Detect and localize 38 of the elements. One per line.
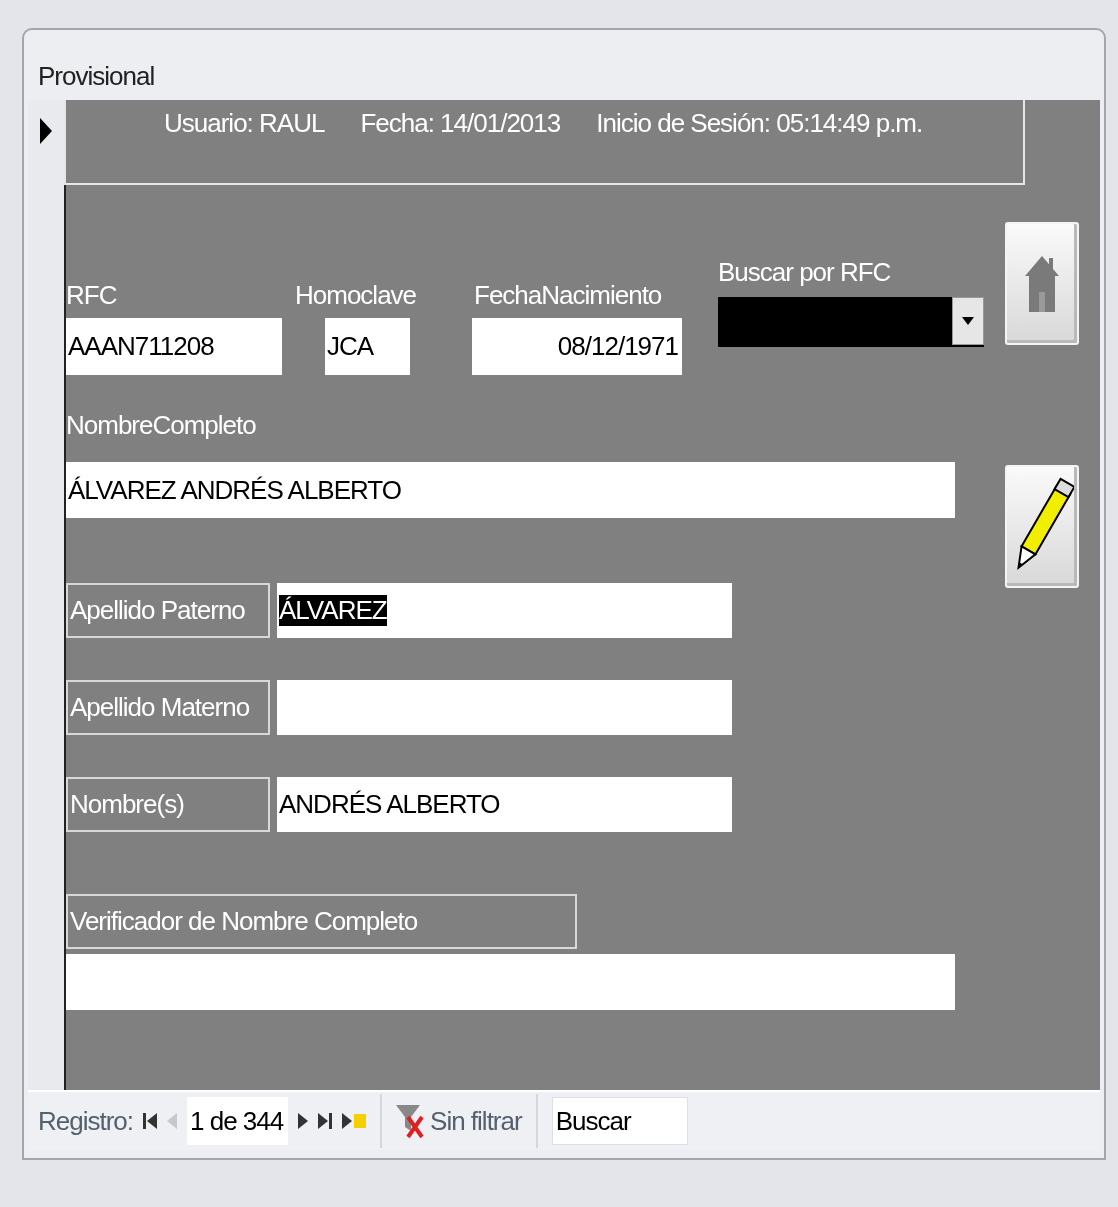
field-label: RFC (66, 279, 118, 312)
caret-icon (962, 317, 974, 325)
house-icon (1025, 255, 1059, 312)
field-label: Apellido Paterno (66, 583, 270, 638)
filter-button[interactable]: Sin filtrar (396, 1103, 522, 1139)
field-label: NombreCompleto (66, 410, 256, 440)
dropdown-button[interactable] (952, 297, 984, 345)
input-field[interactable] (277, 680, 732, 735)
record-position-field[interactable]: 1 de 344 (187, 1097, 289, 1145)
field-label: Verificador de Nombre Completo (66, 894, 577, 949)
search-field[interactable]: Buscar (551, 1097, 688, 1145)
input-field[interactable]: ANDRÉS ALBERTO (277, 777, 732, 832)
record-label: Registro: (38, 1105, 134, 1137)
record-pointer-icon (40, 118, 52, 144)
field-value: ÁLVAREZ (279, 595, 387, 626)
home-button[interactable] (1005, 222, 1079, 345)
session-text: Inicio de Sesión: 05:14:49 p.m. (596, 108, 923, 140)
last-record-button[interactable] (318, 1111, 333, 1131)
next-record-button[interactable] (298, 1111, 309, 1131)
input-field[interactable]: JCA (325, 318, 410, 375)
first-record-button[interactable] (143, 1111, 158, 1131)
new-record-button[interactable] (342, 1111, 367, 1131)
search-combobox[interactable] (718, 297, 984, 347)
field-label: Buscar por RFC (718, 256, 892, 289)
input-field[interactable]: AAAN711208 (66, 318, 282, 375)
field-label: Homoclave (295, 279, 418, 312)
window-title: Provisional (38, 61, 155, 92)
input-field[interactable]: ÁLVAREZ ANDRÉS ALBERTO (66, 462, 955, 518)
date-text: Fecha: 14/01/2013 (360, 108, 561, 140)
input-field[interactable]: ÁLVAREZ (277, 583, 732, 638)
field-label: FechaNacimiento (474, 279, 663, 312)
field-value: ANDRÉS ALBERTO (279, 789, 500, 820)
input-field[interactable]: 08/12/1971 (472, 318, 682, 375)
user-text: Usuario: RAUL (164, 108, 325, 140)
input-field[interactable] (66, 954, 955, 1010)
edit-button[interactable] (1005, 465, 1079, 588)
field-label: Apellido Materno (66, 680, 270, 735)
field-label: Nombre(s) (66, 777, 270, 832)
